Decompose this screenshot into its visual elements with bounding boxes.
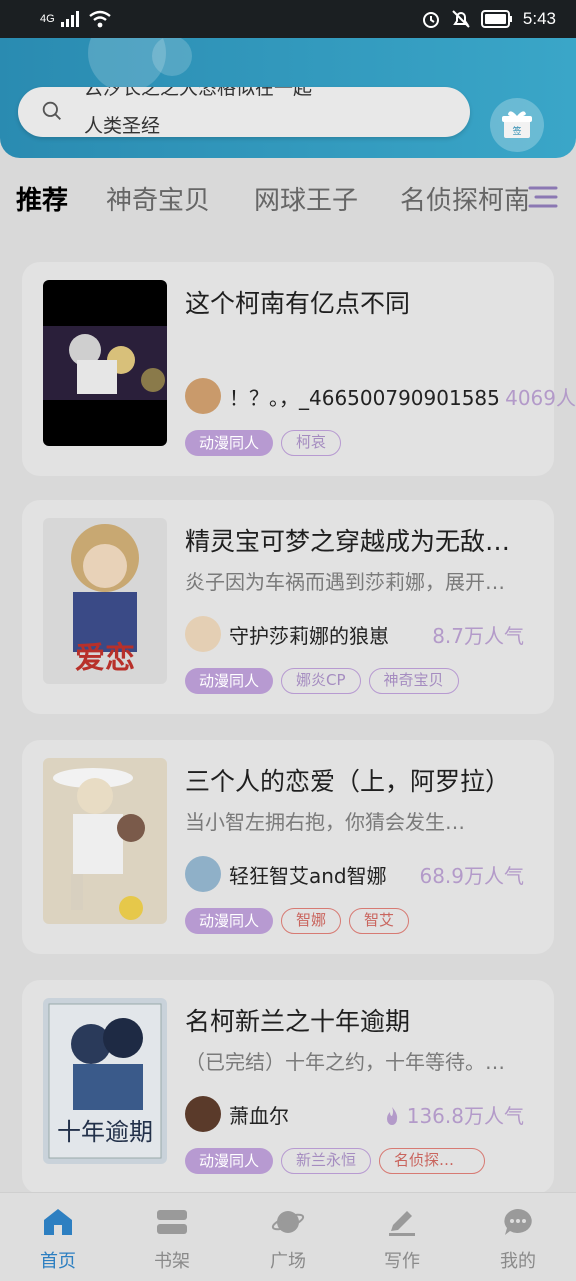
battery-icon [480, 10, 512, 28]
tag[interactable]: 动漫同人 [185, 430, 274, 456]
book-card[interactable]: 十年逾期 名柯新兰之十年逾期 （已完结）十年之约，十年等待。… 萧血尔 136.… [22, 980, 554, 1194]
author-name: 守护莎莉娜的狼崽 [229, 623, 389, 648]
tag[interactable]: 名侦探… [379, 1148, 486, 1174]
nav-home[interactable]: 首页 [18, 1207, 98, 1273]
network-type: 4G [40, 13, 55, 25]
popularity: 4069人 [505, 386, 576, 410]
book-cover [43, 280, 167, 446]
book-description: 当小智左拥右抱，你猜会发生… [185, 810, 465, 834]
nav-label: 广场 [270, 1251, 306, 1272]
nav-bookshelf[interactable]: 书架 [132, 1207, 212, 1273]
popularity: 8.7万人气 [432, 624, 524, 648]
tag[interactable]: 智娜 [281, 908, 342, 934]
book-description: （已完结）十年之约，十年等待。… [185, 1050, 505, 1074]
author[interactable]: 萧血尔 [185, 1094, 289, 1134]
status-bar: 4G 5:43 [0, 0, 576, 38]
tab-prince-of-tennis[interactable]: 网球王子 [254, 180, 358, 217]
flame-icon [387, 1107, 398, 1125]
book-title: 这个柯南有亿点不同 [185, 289, 411, 318]
mute-bell-icon [452, 10, 470, 28]
tag-list: 动漫同人 柯哀 [185, 430, 342, 456]
book-title: 三个人的恋爱（上，阿罗拉） [185, 767, 511, 796]
popularity-value: 136.8万人气 [406, 1104, 524, 1128]
tab-recommend[interactable]: 推荐 [16, 180, 68, 217]
tag-list: 动漫同人 娜炎CP 神奇宝贝 [185, 668, 459, 694]
book-cover: 十年逾期 [43, 998, 167, 1164]
tag[interactable]: 娜炎CP [281, 668, 361, 694]
gift-icon: 签 [502, 111, 532, 138]
clock: 5:43 [522, 9, 556, 28]
tag[interactable]: 柯哀 [281, 430, 342, 456]
avatar [185, 1096, 221, 1132]
nav-write[interactable]: 写作 [362, 1207, 442, 1273]
book-card[interactable]: 爱恋 精灵宝可梦之穿越成为无敌… 炎子因为车祸而遇到莎莉娜，展开… 守护莎莉娜的… [22, 500, 554, 714]
bookshelf-icon [157, 1210, 187, 1234]
tab-pokemon[interactable]: 神奇宝贝 [106, 180, 210, 217]
search-suggestion-2: 人类圣经 [84, 115, 161, 137]
tag[interactable]: 新兰永恒 [281, 1148, 372, 1174]
nav-square[interactable]: 广场 [248, 1207, 328, 1273]
author[interactable]: 轻狂智艾and智娜 [185, 854, 387, 894]
tag[interactable]: 动漫同人 [185, 908, 274, 934]
search-icon [42, 101, 61, 120]
tag[interactable]: 智艾 [349, 908, 410, 934]
author[interactable]: ！？。，_466500790901585 [185, 376, 500, 416]
popularity: 136.8万人气 [384, 1100, 524, 1129]
nav-label: 我的 [500, 1251, 536, 1272]
search-input[interactable]: 云汐长之之大恣格似在一起 人类圣经 [84, 87, 454, 137]
avatar [185, 616, 221, 652]
search-bar[interactable]: 云汐长之之大恣格似在一起 人类圣经 [18, 87, 470, 137]
avatar [185, 856, 221, 892]
nav-label: 首页 [40, 1251, 76, 1272]
category-tabs: 推荐 神奇宝贝 网球王子 名侦探柯南 [0, 168, 576, 230]
book-title: 精灵宝可梦之穿越成为无敌… [185, 527, 511, 556]
nav-profile[interactable]: 我的 [478, 1207, 558, 1273]
alarm-icon [422, 12, 439, 28]
tag-list: 动漫同人 新兰永恒 名侦探… [185, 1148, 486, 1174]
tag-list: 动漫同人 智娜 智艾 [185, 908, 410, 934]
nav-label: 写作 [384, 1251, 420, 1272]
book-card[interactable]: 三个人的恋爱（上，阿罗拉） 当小智左拥右抱，你猜会发生… 轻狂智艾and智娜 6… [22, 740, 554, 954]
wifi-icon [88, 10, 111, 28]
tab-detective-conan[interactable]: 名侦探柯南 [400, 180, 528, 217]
category-menu-icon[interactable] [526, 180, 560, 214]
author-name: 萧血尔 [229, 1103, 289, 1128]
book-title: 名柯新兰之十年逾期 [185, 1007, 411, 1036]
author[interactable]: 守护莎莉娜的狼崽 [185, 614, 389, 654]
signal-icon [60, 11, 79, 27]
bottom-navigation: 首页 书架 广场 写作 我的 [0, 1192, 576, 1281]
book-cover: 爱恋 [43, 518, 167, 684]
checkin-label: 签 [512, 125, 521, 137]
avatar [185, 378, 221, 414]
svg-text:十年逾期: 十年逾期 [57, 1118, 153, 1146]
book-cover [43, 758, 167, 924]
planet-icon [271, 1211, 305, 1233]
book-card[interactable]: 这个柯南有亿点不同 ！？。，_466500790901585 4069人 动漫同… [22, 262, 576, 476]
header-banner: 云汐长之之大恣格似在一起 人类圣经 签 [0, 38, 576, 158]
pen-icon [389, 1211, 415, 1236]
svg-text:爱恋: 爱恋 [75, 641, 135, 676]
author-name: 轻狂智艾and智娜 [229, 863, 387, 888]
tag[interactable]: 动漫同人 [185, 668, 274, 694]
nav-label: 书架 [154, 1251, 190, 1272]
tag[interactable]: 动漫同人 [185, 1148, 274, 1174]
book-description: 炎子因为车祸而遇到莎莉娜，展开… [185, 570, 505, 594]
author-name: ！？。，_466500790901585 [229, 385, 500, 410]
tag[interactable]: 神奇宝贝 [368, 668, 459, 694]
popularity: 68.9万人气 [419, 864, 524, 888]
profile-icon [504, 1209, 532, 1235]
home-icon [44, 1209, 72, 1235]
checkin-button[interactable]: 签 [490, 98, 544, 152]
